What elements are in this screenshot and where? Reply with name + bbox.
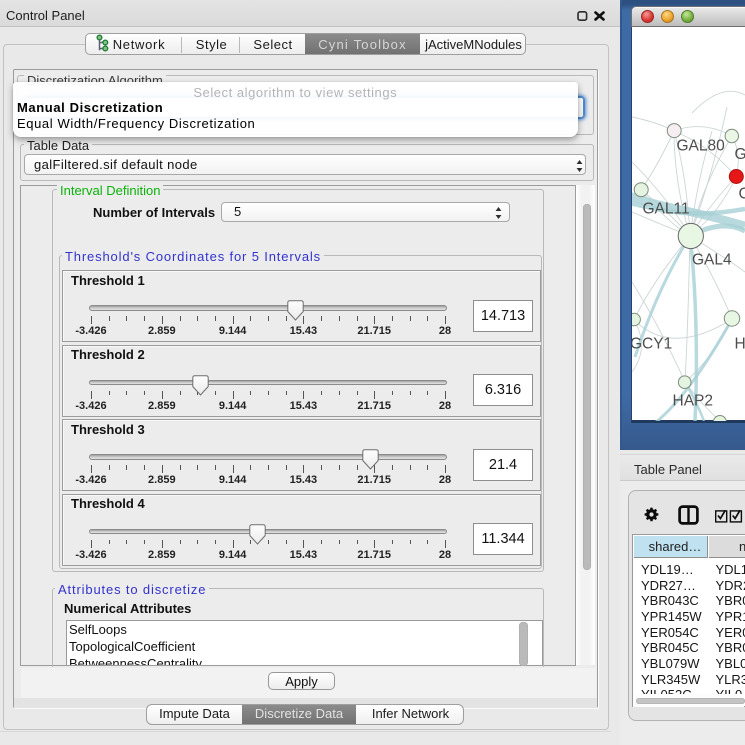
svg-text:GAL4: GAL4: [692, 252, 732, 269]
svg-text:GCY1: GCY1: [632, 336, 672, 353]
svg-text:GAL11: GAL11: [643, 201, 690, 218]
svg-text:H: H: [735, 336, 745, 353]
svg-text:HAP2: HAP2: [673, 393, 714, 410]
svg-text:G.: G.: [735, 146, 745, 163]
svg-text:C: C: [739, 186, 745, 203]
svg-text:GAL80: GAL80: [677, 138, 726, 155]
